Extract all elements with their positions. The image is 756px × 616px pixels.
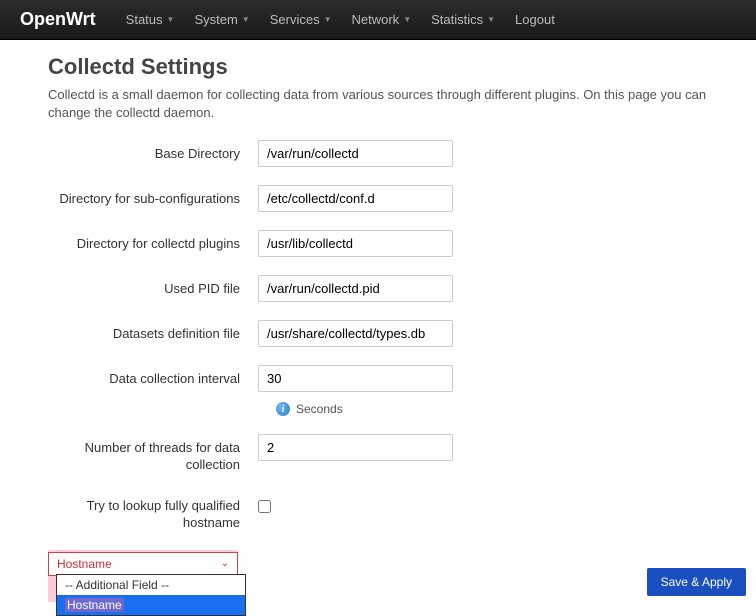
- row-fqdn: Try to lookup fully qualified hostname: [48, 492, 708, 532]
- navbar: OpenWrt Status ▼ System ▼ Services ▼ Networ…: [0, 0, 756, 40]
- nav-status[interactable]: Status ▼: [116, 12, 185, 27]
- nav-system-label: System: [194, 12, 237, 27]
- footer: Save & Apply: [637, 560, 756, 604]
- nav-logout-label: Logout: [515, 12, 555, 27]
- caret-down-icon: ▼: [403, 15, 411, 24]
- additional-field-area: Hostname ⌄ Add -- Additional Field -- Ho…: [48, 550, 708, 602]
- nav-statistics-label: Statistics: [431, 12, 483, 27]
- row-types-db: Datasets definition file: [48, 320, 708, 347]
- info-icon: i: [276, 402, 290, 416]
- dropdown-menu: -- Additional Field -- Hostname: [56, 574, 246, 616]
- row-interval: Data collection interval: [48, 365, 708, 392]
- brand: OpenWrt: [20, 9, 96, 30]
- label-plugins-dir: Directory for collectd plugins: [48, 230, 258, 253]
- input-types-db[interactable]: [258, 320, 453, 347]
- row-threads: Number of threads for data collection: [48, 434, 708, 474]
- checkbox-fqdn[interactable]: [258, 500, 271, 513]
- row-base-dir: Base Directory: [48, 140, 708, 167]
- input-interval[interactable]: [258, 365, 453, 392]
- label-threads: Number of threads for data collection: [48, 434, 258, 474]
- caret-down-icon: ▼: [487, 15, 495, 24]
- caret-down-icon: ▼: [324, 15, 332, 24]
- hint-interval: i Seconds: [48, 402, 708, 416]
- label-pid-file: Used PID file: [48, 275, 258, 298]
- nav-services[interactable]: Services ▼: [260, 12, 342, 27]
- input-sub-conf[interactable]: [258, 185, 453, 212]
- caret-down-icon: ▼: [242, 15, 250, 24]
- dropdown-option-header[interactable]: -- Additional Field --: [57, 575, 245, 595]
- caret-down-icon: ▼: [167, 15, 175, 24]
- input-pid-file[interactable]: [258, 275, 453, 302]
- input-base-dir[interactable]: [258, 140, 453, 167]
- label-base-dir: Base Directory: [48, 140, 258, 163]
- nav-network[interactable]: Network▼: [342, 12, 422, 27]
- nav-system[interactable]: System ▼: [184, 12, 259, 27]
- label-fqdn: Try to lookup fully qualified hostname: [48, 492, 258, 532]
- input-threads[interactable]: [258, 434, 453, 461]
- hint-interval-text: Seconds: [296, 402, 343, 416]
- chevron-down-icon: ⌄: [221, 558, 229, 569]
- page-title: Collectd Settings: [48, 54, 708, 80]
- nav-statistics[interactable]: Statistics ▼: [421, 12, 505, 27]
- input-plugins-dir[interactable]: [258, 230, 453, 257]
- main-content: Collectd Settings Collectd is a small da…: [0, 40, 756, 616]
- label-sub-conf: Directory for sub-configurations: [48, 185, 258, 208]
- label-types-db: Datasets definition file: [48, 320, 258, 343]
- additional-field-selected: Hostname: [57, 557, 112, 571]
- nav-status-label: Status: [126, 12, 163, 27]
- dropdown-option-hostname-label: Hostname: [65, 598, 124, 612]
- label-interval: Data collection interval: [48, 365, 258, 388]
- row-plugins-dir: Directory for collectd plugins: [48, 230, 708, 257]
- nav-logout[interactable]: Logout: [505, 12, 565, 27]
- page-description: Collectd is a small daemon for collectin…: [48, 86, 708, 122]
- nav-network-label: Network: [352, 12, 400, 27]
- save-apply-button[interactable]: Save & Apply: [647, 568, 746, 596]
- row-sub-conf: Directory for sub-configurations: [48, 185, 708, 212]
- additional-field-select[interactable]: Hostname ⌄: [48, 552, 238, 576]
- dropdown-option-hostname[interactable]: Hostname: [57, 595, 245, 615]
- row-pid-file: Used PID file: [48, 275, 708, 302]
- nav-services-label: Services: [270, 12, 320, 27]
